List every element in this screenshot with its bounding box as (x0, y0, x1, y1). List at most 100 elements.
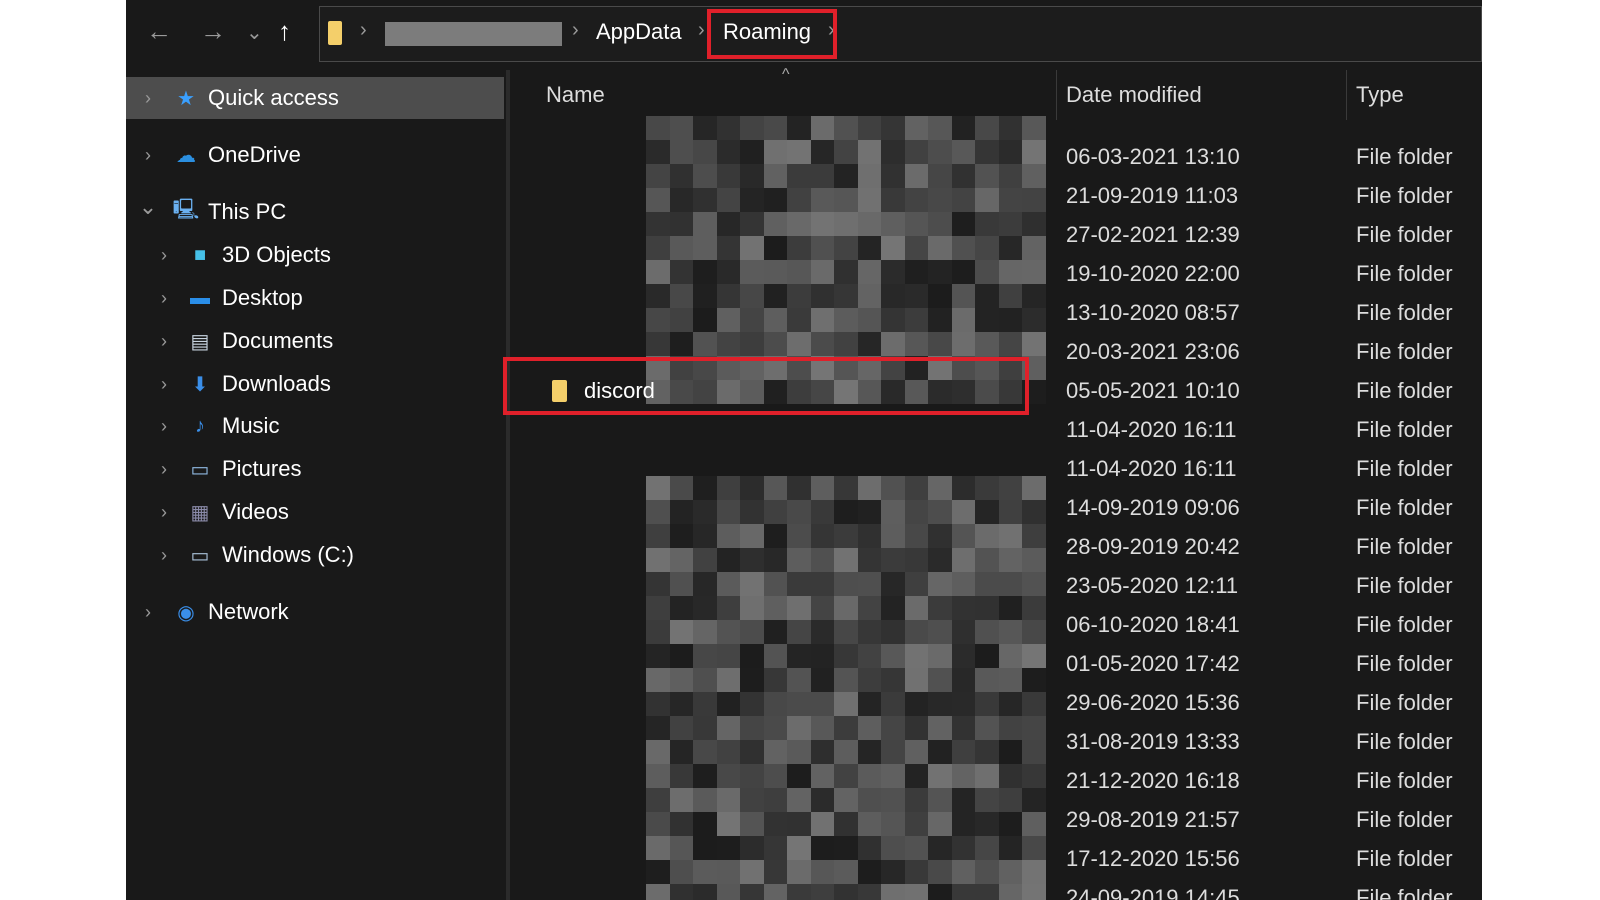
file-row[interactable]: 21-09-2019 11:03 File folder (510, 177, 1482, 216)
drive-icon: ▭ (190, 544, 210, 567)
mosaic-block (951, 116, 976, 140)
address-bar[interactable]: › › AppData › Roaming › (319, 6, 1482, 62)
date-modified: 24-09-2019 14:45 (1066, 885, 1240, 900)
sidebar-item-label: Quick access (208, 85, 339, 110)
file-type: File folder (1356, 183, 1453, 208)
navigation-pane: › ★ Quick access › ☁ OneDrive ⌄ 🖳 This PC › ■ 3D Ob… (126, 66, 506, 900)
sidebar-item-label: 3D Objects (222, 242, 331, 267)
back-button[interactable]: ← (146, 16, 172, 47)
star-icon: ★ (177, 87, 195, 110)
chevron-right-icon[interactable]: › (154, 331, 174, 352)
file-type: File folder (1356, 690, 1453, 715)
sidebar-item-windows-c[interactable]: › ▭ Windows (C:) (126, 534, 504, 576)
sidebar-item-music[interactable]: › ♪ Music (126, 405, 504, 447)
date-modified: 13-10-2020 08:57 (1066, 300, 1240, 325)
recent-locations-button[interactable]: ⌄ (246, 20, 263, 45)
file-type: File folder (1356, 378, 1453, 403)
chevron-right-icon[interactable]: › (138, 602, 158, 623)
download-icon: ⬇ (191, 373, 209, 396)
sidebar-item-videos[interactable]: › ▦ Videos (126, 491, 504, 533)
mosaic-block (881, 116, 905, 140)
column-separator[interactable] (1346, 70, 1347, 120)
file-row[interactable]: 24-09-2019 14:45 File folder (510, 879, 1482, 900)
column-header-type[interactable]: Type (1356, 82, 1404, 108)
file-row[interactable]: 31-08-2019 13:33 File folder (510, 723, 1482, 762)
file-row[interactable]: 13-10-2020 08:57 File folder (510, 294, 1482, 333)
chevron-right-icon[interactable]: › (154, 416, 174, 437)
sidebar-item-desktop[interactable]: › ▬ Desktop (126, 277, 504, 319)
chevron-right-icon[interactable]: › (154, 245, 174, 266)
file-row[interactable]: 11-04-2020 16:11 File folder (510, 411, 1482, 450)
forward-button[interactable]: → (200, 16, 226, 47)
mosaic-block (740, 116, 764, 140)
sidebar-item-quick-access[interactable]: › ★ Quick access (126, 77, 504, 119)
file-type: File folder (1356, 573, 1453, 598)
cloud-icon: ☁ (176, 144, 196, 167)
file-row[interactable]: 11-04-2020 16:11 File folder (510, 450, 1482, 489)
computer-icon: 🖳 (172, 199, 200, 221)
date-modified: 19-10-2020 22:00 (1066, 261, 1240, 286)
column-header-date[interactable]: Date modified (1066, 82, 1202, 108)
date-modified: 11-04-2020 16:11 (1066, 417, 1237, 442)
file-row[interactable]: 28-09-2019 20:42 File folder (510, 528, 1482, 567)
sidebar-item-downloads[interactable]: › ⬇ Downloads (126, 363, 504, 405)
mosaic-block (810, 116, 835, 140)
file-row[interactable]: 06-03-2021 13:10 File folder (510, 138, 1482, 177)
chevron-right-icon[interactable]: › (138, 88, 158, 109)
file-row[interactable]: 06-10-2020 18:41 File folder (510, 606, 1482, 645)
file-row[interactable]: 01-05-2020 17:42 File folder (510, 645, 1482, 684)
file-type: File folder (1356, 729, 1453, 754)
chevron-right-icon[interactable]: › (154, 502, 174, 523)
breadcrumb-separator: › (572, 19, 579, 41)
music-icon: ♪ (195, 414, 205, 437)
file-row[interactable]: 14-09-2019 09:06 File folder (510, 489, 1482, 528)
date-modified: 14-09-2019 09:06 (1066, 495, 1240, 520)
sidebar-item-documents[interactable]: › ▤ Documents (126, 320, 504, 362)
column-separator[interactable] (1056, 70, 1057, 120)
breadcrumb-separator: › (360, 19, 367, 41)
discord-highlight-box (503, 357, 1029, 415)
roaming-highlight-box (707, 9, 837, 59)
sidebar-item-pictures[interactable]: › ▭ Pictures (126, 448, 504, 490)
sidebar-item-label: Documents (222, 328, 334, 353)
sidebar-item-this-pc[interactable]: ⌄ 🖳 This PC (126, 191, 504, 233)
date-modified: 27-02-2021 12:39 (1066, 222, 1240, 247)
chevron-right-icon[interactable]: › (154, 545, 174, 566)
date-modified: 11-04-2020 16:11 (1066, 456, 1237, 481)
sidebar-item-label: Videos (222, 499, 289, 524)
chevron-right-icon[interactable]: › (154, 459, 174, 480)
breadcrumb-appdata[interactable]: AppData (596, 19, 682, 45)
folder-icon (328, 21, 342, 45)
file-type: File folder (1356, 339, 1453, 364)
sidebar-item-label: This PC (208, 199, 287, 224)
sidebar-item-label: OneDrive (208, 142, 301, 167)
file-row[interactable]: 19-10-2020 22:00 File folder (510, 255, 1482, 294)
mosaic-block (834, 116, 858, 140)
file-row[interactable]: 27-02-2021 12:39 File folder (510, 216, 1482, 255)
chevron-right-icon[interactable]: › (138, 145, 158, 166)
sidebar-item-onedrive[interactable]: › ☁ OneDrive (126, 134, 504, 176)
file-type: File folder (1356, 768, 1453, 793)
up-button[interactable]: ↑ (278, 16, 291, 47)
file-row[interactable]: 17-12-2020 15:56 File folder (510, 840, 1482, 879)
file-row[interactable]: 21-12-2020 16:18 File folder (510, 762, 1482, 801)
file-row[interactable]: 29-06-2020 15:36 File folder (510, 684, 1482, 723)
date-modified: 29-08-2019 21:57 (1066, 807, 1240, 832)
file-type: File folder (1356, 534, 1453, 559)
sidebar-item-network[interactable]: › ◉ Network (126, 591, 504, 633)
column-header-name[interactable]: Name (546, 82, 605, 108)
chevron-right-icon[interactable]: › (154, 288, 174, 309)
sidebar-item-label: Network (208, 599, 289, 624)
cube-icon: ■ (193, 243, 207, 266)
chevron-right-icon[interactable]: › (154, 374, 174, 395)
chevron-down-icon[interactable]: ⌄ (138, 194, 158, 220)
file-row[interactable]: 29-08-2019 21:57 File folder (510, 801, 1482, 840)
redacted-breadcrumb[interactable] (385, 22, 562, 46)
mosaic-block (763, 116, 788, 140)
network-icon: ◉ (177, 601, 195, 624)
video-icon: ▦ (190, 501, 210, 524)
date-modified: 31-08-2019 13:33 (1066, 729, 1240, 754)
sidebar-item-3d-objects[interactable]: › ■ 3D Objects (126, 234, 504, 276)
file-type: File folder (1356, 300, 1453, 325)
file-row[interactable]: 23-05-2020 12:11 File folder (510, 567, 1482, 606)
